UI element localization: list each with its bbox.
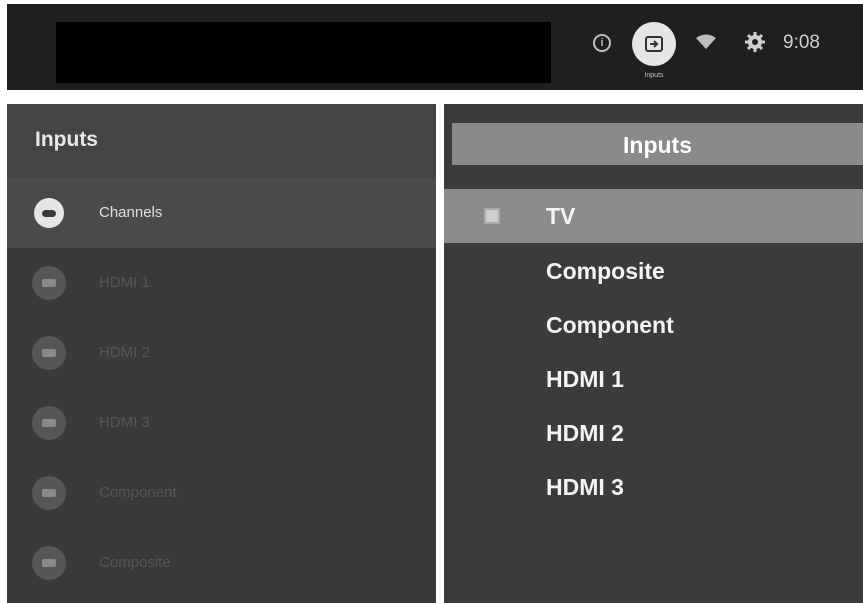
composite-icon: [32, 546, 66, 580]
input-item-composite[interactable]: Composite: [7, 528, 436, 598]
tv-icon: [34, 198, 64, 228]
top-status-bar: i Inputs 9:08: [7, 4, 863, 90]
input-item-channels[interactable]: Channels: [7, 178, 436, 248]
input-item-label: Component: [99, 484, 177, 501]
selected-marker-icon: [484, 208, 500, 224]
hdmi-icon: [32, 266, 66, 300]
menu-header: Inputs: [452, 123, 863, 165]
input-item-label: HDMI 2: [99, 344, 150, 361]
gear-icon[interactable]: [744, 31, 766, 53]
input-item-label: HDMI 1: [99, 274, 150, 291]
input-item-label: HDMI 3: [99, 414, 150, 431]
input-icon[interactable]: [632, 22, 676, 66]
hdmi-icon: [32, 336, 66, 370]
input-item-hdmi-1[interactable]: HDMI 1: [7, 248, 436, 318]
clock: 9:08: [783, 32, 820, 53]
inputs-side-panel: Inputs Channels HDMI 1 HDMI 2 HDMI 3 Com…: [7, 104, 436, 603]
input-item-label: Composite: [99, 554, 171, 571]
redacted-area: [56, 22, 551, 83]
menu-item-component[interactable]: Component: [546, 312, 674, 339]
selection-highlight: [444, 189, 863, 243]
wifi-icon[interactable]: [696, 34, 716, 50]
hdmi-icon: [32, 406, 66, 440]
input-item-label: Channels: [99, 204, 163, 221]
component-icon: [32, 476, 66, 510]
input-item-hdmi-2[interactable]: HDMI 2: [7, 318, 436, 388]
info-icon[interactable]: i: [593, 34, 611, 52]
input-item-hdmi-3[interactable]: HDMI 3: [7, 388, 436, 458]
menu-item-hdmi-2[interactable]: HDMI 2: [546, 420, 624, 447]
menu-item-hdmi-1[interactable]: HDMI 1: [546, 366, 624, 393]
menu-item-hdmi-3[interactable]: HDMI 3: [546, 474, 624, 501]
inputs-caption: Inputs: [644, 72, 664, 79]
inputs-menu-panel: Inputs TV Composite Component HDMI 1 HDM…: [444, 104, 863, 603]
panel-title: Inputs: [35, 128, 98, 151]
input-item-component[interactable]: Component: [7, 458, 436, 528]
menu-item-composite[interactable]: Composite: [546, 258, 665, 285]
menu-item-tv[interactable]: TV: [546, 203, 575, 230]
menu-title: Inputs: [623, 132, 692, 158]
